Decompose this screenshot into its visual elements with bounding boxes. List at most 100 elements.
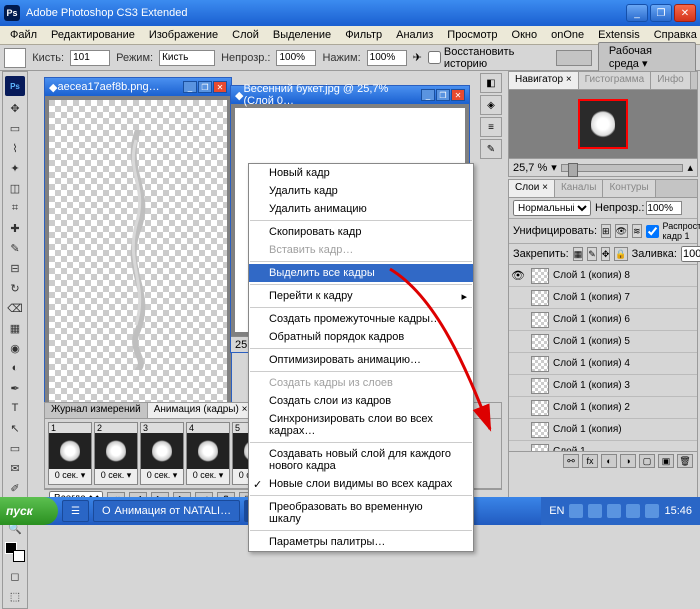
- nav-zoom-slider[interactable]: [561, 164, 684, 172]
- link-layers-icon[interactable]: ⚯: [563, 454, 579, 468]
- menu-filter[interactable]: Фильтр: [339, 27, 388, 43]
- menu-tween[interactable]: Создать промежуточные кадры…: [249, 310, 473, 328]
- fill-input[interactable]: [681, 246, 700, 262]
- tray-icon[interactable]: [626, 504, 640, 518]
- menu-edit[interactable]: Редактирование: [45, 27, 141, 43]
- eraser-tool[interactable]: ⌫: [3, 298, 27, 318]
- lasso-tool[interactable]: ⌇: [3, 138, 27, 158]
- menu-select-all-frames[interactable]: Выделить все кадры: [249, 264, 473, 282]
- animation-frame[interactable]: 10 сек. ▾: [48, 422, 92, 485]
- doc2-min-button[interactable]: _: [421, 89, 435, 101]
- lock-all-icon[interactable]: 🔒: [614, 247, 627, 261]
- move-tool[interactable]: ✥: [3, 98, 27, 118]
- dock-icon-3[interactable]: ≡: [480, 117, 502, 137]
- group-icon[interactable]: ▢: [639, 454, 655, 468]
- tray-icon[interactable]: [588, 504, 602, 518]
- ps-badge-icon[interactable]: Ps: [5, 76, 25, 96]
- wand-tool[interactable]: ✦: [3, 158, 27, 178]
- shape-tool[interactable]: ▭: [3, 438, 27, 458]
- mask-icon[interactable]: ◐: [601, 454, 617, 468]
- menu-layer[interactable]: Слой: [226, 27, 265, 43]
- eye-icon[interactable]: 👁: [509, 269, 527, 282]
- dock-icon-1[interactable]: ◧: [480, 73, 502, 93]
- menu-select[interactable]: Выделение: [267, 27, 337, 43]
- blend-mode-select[interactable]: Нормальный: [513, 200, 591, 216]
- lang-indicator[interactable]: EN: [549, 505, 564, 517]
- trash-icon[interactable]: 🗑: [677, 454, 693, 468]
- animation-frame[interactable]: 40 сек. ▾: [186, 422, 230, 485]
- tab-paths[interactable]: Контуры: [603, 180, 655, 197]
- doc1-canvas[interactable]: [49, 100, 227, 434]
- menu-delete-frame[interactable]: Удалить кадр: [249, 182, 473, 200]
- fx-icon[interactable]: fx: [582, 454, 598, 468]
- menu-reverse-frames[interactable]: Обратный порядок кадров: [249, 328, 473, 346]
- layer-row[interactable]: Слой 1 (копия) 2: [509, 397, 697, 419]
- workspace-button[interactable]: Рабочая среда ▾: [598, 42, 696, 73]
- tab-animation-frames[interactable]: Анимация (кадры) ×: [148, 403, 255, 418]
- doc1-close-button[interactable]: ✕: [213, 81, 227, 93]
- adjustment-icon[interactable]: ◑: [620, 454, 636, 468]
- menu-goto-frame[interactable]: Перейти к кадру: [249, 287, 473, 305]
- flow-input[interactable]: [367, 50, 407, 66]
- tab-info[interactable]: Инфо: [651, 72, 691, 89]
- brush-tool[interactable]: ✎: [3, 238, 27, 258]
- lock-trans-icon[interactable]: ▦: [573, 247, 584, 261]
- airbrush-icon[interactable]: ✈: [413, 51, 422, 64]
- unify-pos-icon[interactable]: ⊞: [601, 224, 611, 238]
- layer-row[interactable]: 👁Слой 1 (копия) 8: [509, 265, 697, 287]
- menu-optimize-animation[interactable]: Оптимизировать анимацию…: [249, 351, 473, 369]
- window-maximize-button[interactable]: ❐: [650, 4, 672, 22]
- lock-pos-icon[interactable]: ✥: [601, 247, 611, 261]
- quickmask-icon[interactable]: ◻: [3, 566, 27, 586]
- notes-tool[interactable]: ✉: [3, 458, 27, 478]
- zoom-in-icon[interactable]: ▴: [687, 161, 693, 174]
- menu-convert-timeline[interactable]: Преобразовать во временную шкалу: [249, 498, 473, 528]
- window-close-button[interactable]: ✕: [674, 4, 696, 22]
- start-button[interactable]: пуск: [0, 497, 58, 525]
- taskbar-app-1[interactable]: OАнимация от NATALI…: [93, 500, 240, 522]
- tab-layers[interactable]: Слои ×: [509, 180, 555, 197]
- propagate-checkbox[interactable]: [646, 225, 659, 238]
- marquee-tool[interactable]: ▭: [3, 118, 27, 138]
- menu-analysis[interactable]: Анализ: [390, 27, 439, 43]
- gradient-tool[interactable]: ▦: [3, 318, 27, 338]
- opacity-input[interactable]: [276, 50, 316, 66]
- menu-image[interactable]: Изображение: [143, 27, 224, 43]
- new-layer-icon[interactable]: ▣: [658, 454, 674, 468]
- tab-channels[interactable]: Каналы: [555, 180, 604, 197]
- tray-icon[interactable]: [645, 504, 659, 518]
- layer-row[interactable]: Слой 1 (копия) 3: [509, 375, 697, 397]
- menu-onone[interactable]: onOne: [545, 27, 590, 43]
- pen-tool[interactable]: ✒: [3, 378, 27, 398]
- layer-row[interactable]: Слой 1 (копия): [509, 419, 697, 441]
- blur-tool[interactable]: ◉: [3, 338, 27, 358]
- slice-tool[interactable]: ⌗: [3, 198, 27, 218]
- menu-layers-from-frames[interactable]: Создать слои из кадров: [249, 392, 473, 410]
- doc2-max-button[interactable]: ❐: [436, 89, 450, 101]
- doc2-close-button[interactable]: ✕: [451, 89, 465, 101]
- dodge-tool[interactable]: ◐: [3, 358, 27, 378]
- color-swatches[interactable]: [5, 542, 25, 562]
- menu-extensis[interactable]: Extensis: [592, 27, 646, 43]
- screenmode-icon[interactable]: ⬚: [3, 586, 27, 606]
- blend-mode-input[interactable]: [159, 50, 215, 66]
- heal-tool[interactable]: ✚: [3, 218, 27, 238]
- menu-newlayer-per-frame[interactable]: Создавать новый слой для каждого нового …: [249, 445, 473, 475]
- palette-well[interactable]: [556, 50, 592, 66]
- dock-icon-2[interactable]: ◈: [480, 95, 502, 115]
- navigator-preview[interactable]: [509, 90, 697, 158]
- menu-delete-animation[interactable]: Удалить анимацию: [249, 200, 473, 218]
- tab-measurement-log[interactable]: Журнал измерений: [45, 403, 148, 418]
- menu-sync-layers[interactable]: Синхронизировать слои во всех кадрах…: [249, 410, 473, 440]
- menu-new-frame[interactable]: Новый кадр: [249, 164, 473, 182]
- dock-icon-4[interactable]: ✎: [480, 139, 502, 159]
- brush-size-input[interactable]: [70, 50, 110, 66]
- lock-paint-icon[interactable]: ✎: [587, 247, 597, 261]
- tab-navigator[interactable]: Навигатор ×: [509, 72, 579, 89]
- history-brush-tool[interactable]: ↻: [3, 278, 27, 298]
- type-tool[interactable]: T: [3, 398, 27, 418]
- eyedrop-tool[interactable]: ✐: [3, 478, 27, 498]
- menu-file[interactable]: Файл: [4, 27, 43, 43]
- taskbar-icon[interactable]: ☰: [62, 500, 89, 522]
- unify-vis-icon[interactable]: 👁: [615, 224, 628, 238]
